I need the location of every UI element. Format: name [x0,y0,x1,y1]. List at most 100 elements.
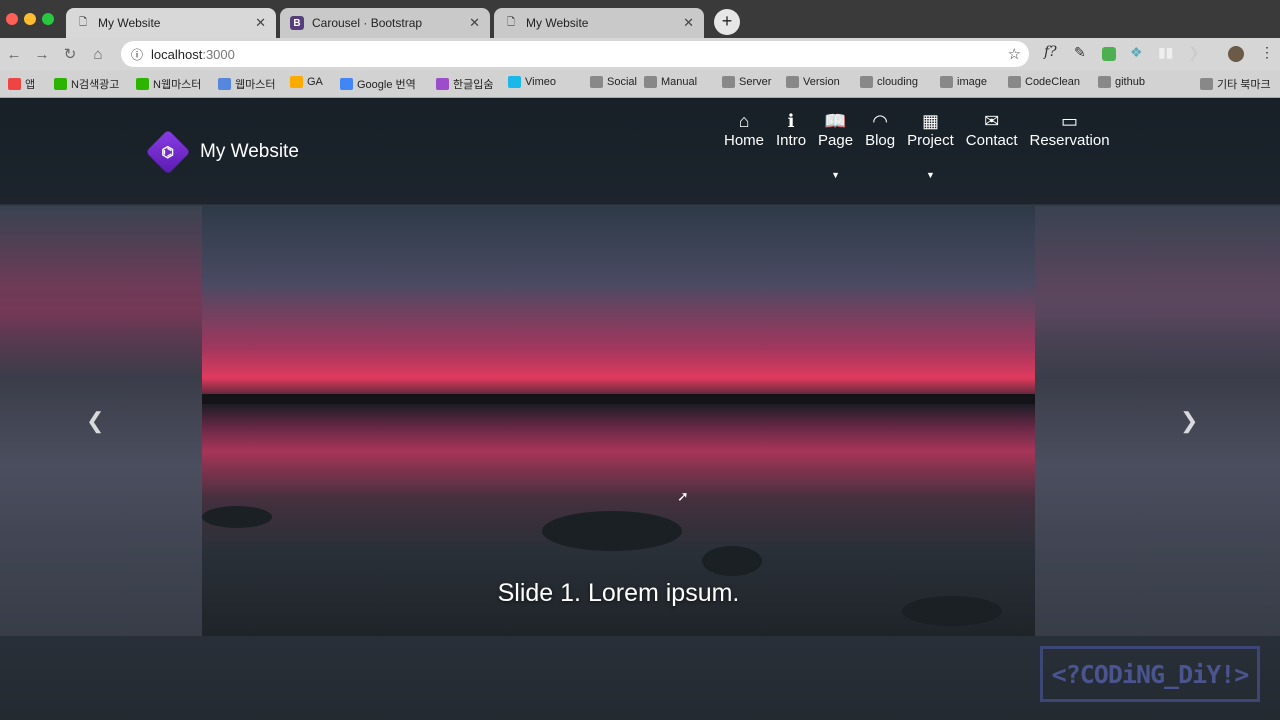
home-icon: ⌂ [738,111,750,131]
info-icon: ℹ [787,111,795,131]
folder-icon [786,76,799,88]
nav-item-contact[interactable]: ✉ Contact [966,110,1018,149]
page-icon: 🗋 [78,16,88,28]
bookmark-item[interactable]: Vimeo [508,76,556,88]
bookmark-favicon-icon [436,78,449,90]
bookmark-item[interactable]: github [1098,76,1145,88]
nav-label: Home [724,132,765,149]
tab-title: My Website [98,16,161,30]
tab-carousel-bootstrap[interactable]: B Carousel · Bootstrap ✕ [280,8,490,38]
minimize-window-button[interactable] [24,13,36,25]
brand-link[interactable]: ⌬ My Website [145,129,299,175]
bookmark-item[interactable]: 기타 북마크 [1200,76,1271,92]
bookmark-item[interactable]: Version [786,76,840,88]
bookmark-item[interactable]: N웹마스터 [136,76,201,92]
bookmark-label: N검색광고 [71,79,120,91]
bookmark-favicon-icon [508,76,521,88]
bookmark-item[interactable]: clouding [860,76,918,88]
bookmark-star-icon[interactable]: ☆ [1008,45,1021,63]
rss-icon: ◠ [872,111,888,131]
avatar[interactable] [1228,46,1244,62]
shoreline [202,394,1035,404]
nav-item-project[interactable]: ▦ Project ▼ [907,110,954,180]
bookmark-item[interactable]: Server [722,76,771,88]
bookmark-label: clouding [877,76,918,88]
bookmark-item[interactable]: Google 번역 [340,76,416,92]
bookmark-item[interactable]: Social [590,76,637,88]
forward-icon[interactable]: → [28,46,56,63]
envelope-icon: ✉ [984,111,1000,131]
nav-label: Page [818,132,854,149]
nav-label: Blog [865,132,896,149]
next-slide-preview [1035,206,1280,636]
bookmark-item[interactable]: N검색광고 [54,76,119,92]
bookmark-label: CodeClean [1025,76,1081,88]
home-browser-icon[interactable]: ⌂ [84,46,112,63]
carousel-prev-button[interactable]: ❮ [86,408,104,434]
bookmark-label: 앱 [25,79,36,91]
bookmark-label: 한글입숨 [453,79,494,91]
folder-icon [722,76,735,88]
grid-icon: ▦ [921,111,939,131]
monitor-icon: ▭ [1061,111,1079,131]
bookmark-item[interactable]: 한글입숨 [436,76,493,92]
green-extension-icon[interactable] [1102,47,1116,61]
close-tab-icon[interactable]: ✕ [469,15,480,31]
nav-item-home[interactable]: ⌂ Home [724,110,764,149]
nav-item-reservation[interactable]: ▭ Reservation [1030,110,1110,149]
browser-toolbar: ← → ↻ ⌂ ⓘ localhost:3000 ☆ f? ✎ ❖ ▮▮ ❯ ⋮ [0,38,1280,70]
close-window-button[interactable] [6,13,18,25]
bookmark-item[interactable]: CodeClean [1008,76,1080,88]
folder-icon [590,76,603,88]
bookmark-label: image [957,76,987,88]
brand-logo-icon: ⌬ [145,129,191,175]
carousel-caption: Slide 1. Lorem ipsum. [497,579,740,607]
bookmark-label: Version [803,76,840,88]
caret-down-icon[interactable]: ▼ [831,170,840,180]
carousel-next-button[interactable]: ❯ [1180,408,1198,434]
bars-extension-icon[interactable]: ▮▮ [1158,44,1173,61]
folder-icon [860,76,873,88]
close-tab-icon[interactable]: ✕ [683,15,694,31]
url-port: :3000 [202,46,235,62]
address-bar[interactable]: ⓘ localhost:3000 ☆ [121,41,1029,67]
folder-icon [1200,78,1213,90]
bookmark-item[interactable]: image [940,76,987,88]
bird-extension-icon[interactable]: ❖ [1130,44,1143,61]
reload-icon[interactable]: ↻ [56,45,84,63]
bookmark-favicon-icon [340,78,353,90]
rock [702,546,762,576]
bookmark-item[interactable]: GA [290,76,323,88]
font-extension-icon[interactable]: f? [1044,44,1057,60]
new-tab-button[interactable]: + [714,9,740,35]
info-icon: ⓘ [131,47,144,62]
bookmark-favicon-icon [8,78,21,90]
back-icon[interactable]: ← [0,46,28,63]
arrow-extension-icon[interactable]: ❯ [1188,44,1200,61]
bookmark-favicon-icon [54,78,67,90]
bookmark-label: Vimeo [525,76,556,88]
nav-item-intro[interactable]: ℹ Intro [776,110,806,149]
eyedropper-extension-icon[interactable]: ✎ [1074,44,1086,61]
tab-title: Carousel · Bootstrap [312,16,423,30]
folder-icon [940,76,953,88]
nav-label: Project [907,132,954,149]
close-tab-icon[interactable]: ✕ [255,15,266,31]
site-navbar: ⌬ My Website ⌂ Home ℹ Intro 📖 Page ▼ ◠ Blog ▦ Proj… [0,98,1280,205]
book-icon: 📖 [824,111,847,131]
bookmark-item[interactable]: 앱 [8,76,35,92]
bookmark-label: Manual [661,76,698,88]
bookmark-item[interactable]: Manual [644,76,697,88]
nav-item-page[interactable]: 📖 Page ▼ [818,110,854,180]
tab-my-website[interactable]: 🗋 My Website ✕ [66,8,276,38]
menu-kebab-icon[interactable]: ⋮ [1260,44,1274,61]
rock [202,506,272,528]
main-nav: ⌂ Home ℹ Intro 📖 Page ▼ ◠ Blog ▦ Project ▼ ✉ Contact ▭… [724,110,1110,180]
tab-my-website-2[interactable]: 🗋 My Website ✕ [494,8,704,38]
nav-item-blog[interactable]: ◠ Blog [865,110,895,149]
carousel: Slide 1. Lorem ipsum. [202,206,1035,636]
caret-down-icon[interactable]: ▼ [926,170,935,180]
bookmark-item[interactable]: 웹마스터 [218,76,275,92]
maximize-window-button[interactable] [42,13,54,25]
bookmark-label: Google 번역 [357,79,416,91]
